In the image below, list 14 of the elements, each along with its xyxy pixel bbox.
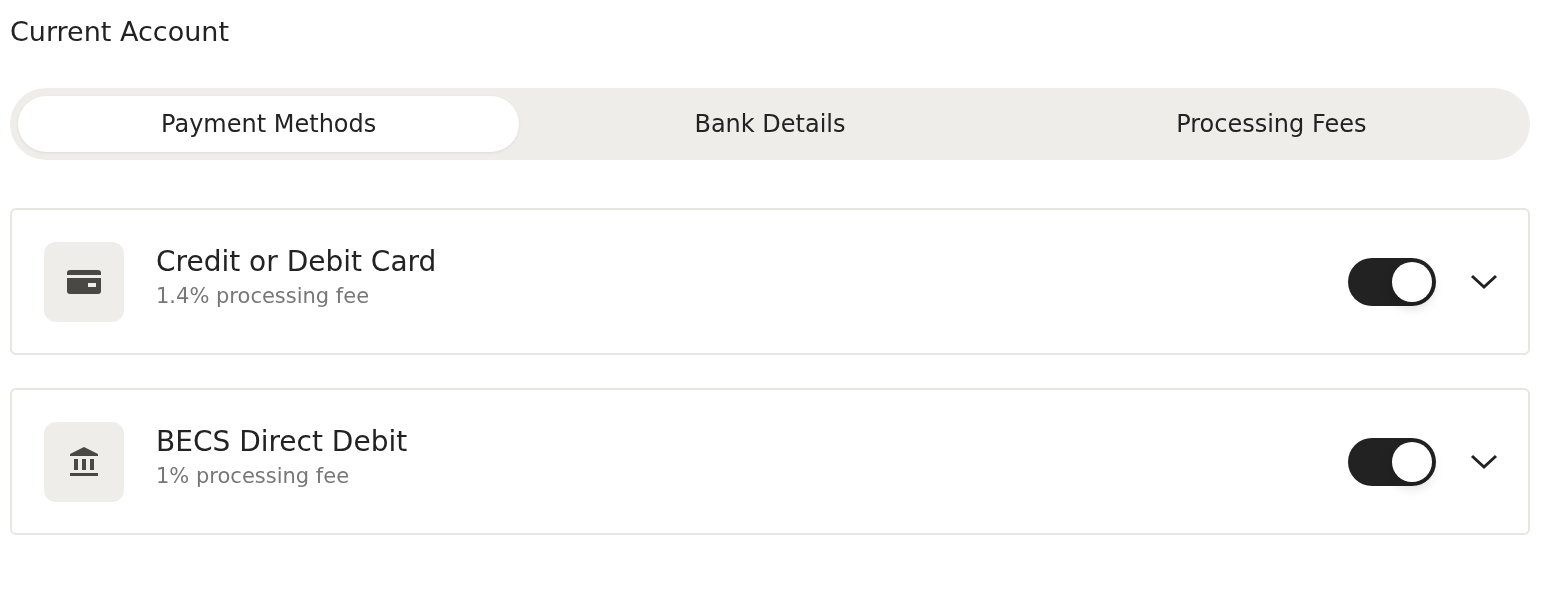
fee-text: 1% processing fee [156,464,351,488]
toggle-switch[interactable] [1348,437,1436,486]
page-title: Current Account [10,15,230,49]
fee-text: 1.4% processing fee [156,284,371,308]
toggle-switch[interactable] [1348,257,1436,306]
bank-icon [69,446,99,477]
method-name: Credit or Debit Card [156,245,438,278]
expand-chevron-icon[interactable] [1470,273,1498,290]
tab[interactable]: Payment Methods [18,96,520,152]
tab[interactable]: Bank Details [519,96,1021,152]
method-name: BECS Direct Debit [156,425,409,458]
card-icon [67,269,101,294]
expand-chevron-icon[interactable] [1470,453,1498,470]
tab[interactable]: Processing Fees [1020,96,1522,152]
